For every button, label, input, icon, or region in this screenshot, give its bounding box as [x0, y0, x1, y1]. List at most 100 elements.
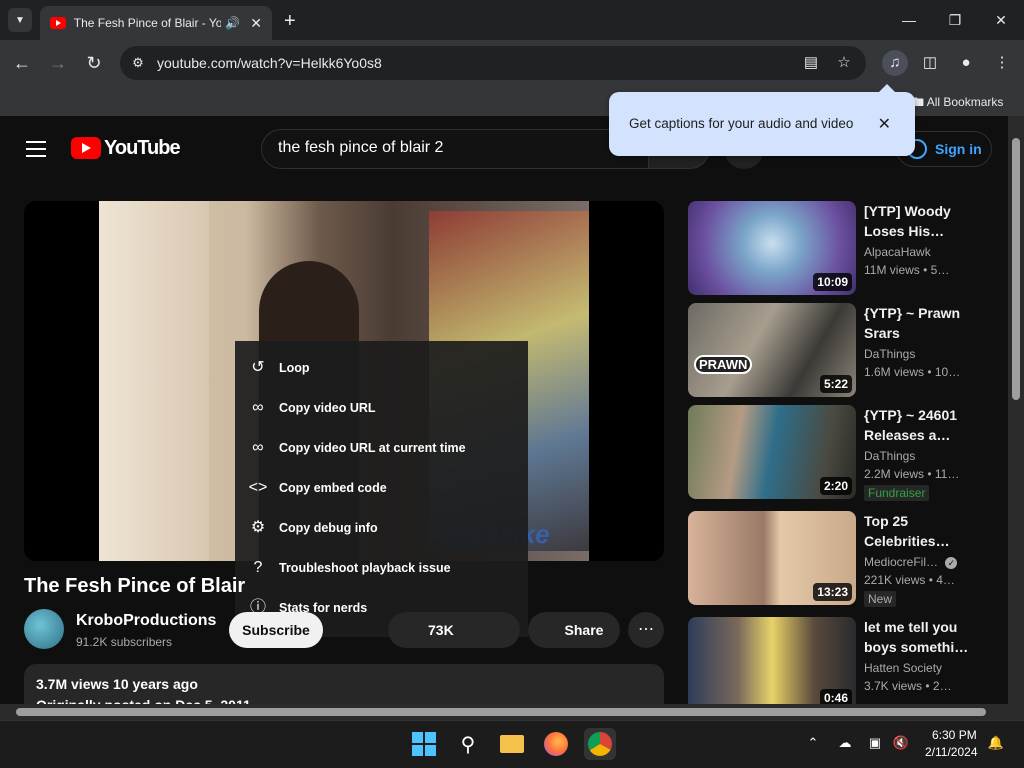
- ctx-label: Troubleshoot playback issue: [279, 561, 451, 575]
- recommendation-channel[interactable]: AlpacaHawk: [864, 245, 931, 259]
- ctx-label: Copy debug info: [279, 521, 378, 535]
- verified-icon: ✓: [945, 557, 958, 569]
- recommendation-title[interactable]: Top 25 Celebrities…: [864, 511, 974, 551]
- recommendation-channel[interactable]: DaThings: [864, 347, 915, 361]
- clock-date[interactable]: 2/11/2024: [925, 745, 978, 759]
- file-explorer-button[interactable]: [496, 728, 528, 760]
- all-bookmarks-label: All Bookmarks: [926, 95, 1004, 109]
- ctx-item-copy-url[interactable]: ∞ Copy video URL: [235, 388, 528, 428]
- ctx-label: Copy video URL: [279, 401, 376, 415]
- duration-badge: 13:23: [813, 583, 852, 601]
- clock-time[interactable]: 6:30 PM: [932, 728, 977, 742]
- scrollbar-corner: [1008, 704, 1024, 720]
- recommendation-title[interactable]: let me tell you boys somethi…: [864, 617, 974, 657]
- ctx-label: Loop: [279, 361, 310, 375]
- player-context-menu: ↺ Loop ∞ Copy video URL ∞ Copy video URL…: [235, 341, 528, 637]
- help-icon: ?: [253, 559, 263, 576]
- taskbar-search-button[interactable]: ⚲: [452, 728, 484, 760]
- onedrive-icon[interactable]: ☁: [836, 734, 854, 752]
- thumbnail-logo-text: PRAWN: [694, 355, 753, 374]
- channel-name[interactable]: KroboProductions: [76, 612, 216, 630]
- network-icon[interactable]: ▣: [866, 734, 884, 752]
- tab-close-icon[interactable]: ✕: [250, 15, 262, 32]
- chrome-button[interactable]: [584, 728, 616, 760]
- side-panel-icon[interactable]: ◫: [919, 52, 941, 74]
- ctx-item-loop[interactable]: ↺ Loop: [235, 348, 528, 388]
- browser-tab[interactable]: The Fesh Pince of Blair - You 🔊 ✕: [40, 6, 272, 40]
- all-bookmarks-button[interactable]: 🖿 All Bookmarks: [912, 93, 1003, 114]
- youtube-wordmark[interactable]: YouTube: [104, 137, 181, 160]
- popup-arrow: [879, 84, 895, 92]
- ctx-item-troubleshoot[interactable]: ? Troubleshoot playback issue: [235, 548, 528, 588]
- fundraiser-badge: Fundraiser: [864, 485, 930, 501]
- tab-title: The Fesh Pince of Blair - You: [73, 16, 222, 30]
- ctx-item-embed[interactable]: <> Copy embed code: [235, 468, 528, 508]
- live-caption-popup: Get captions for your audio and video ✕: [609, 84, 915, 156]
- site-settings-icon[interactable]: ⚙: [128, 53, 148, 73]
- chevron-down-icon: ▼: [15, 14, 25, 26]
- new-tab-button[interactable]: +: [284, 10, 296, 33]
- recommendation-title[interactable]: {YTP} ~ Prawn Srars: [864, 303, 974, 343]
- recommendation-channel[interactable]: MediocreFil… ✓: [864, 555, 958, 569]
- recommendation-item[interactable]: 2:20 {YTP} ~ 24601 Releases a… DaThings …: [688, 405, 978, 501]
- channel-avatar[interactable]: [24, 609, 64, 649]
- recommendation-item[interactable]: 10:09 [YTP] Woody Loses His… AlpacaHawk …: [688, 201, 978, 295]
- bug-icon: ⚙: [250, 519, 266, 536]
- notification-bell-icon[interactable]: 🔔: [987, 734, 1005, 752]
- vertical-scrollbar[interactable]: [1008, 116, 1024, 704]
- recommendation-item[interactable]: 0:46 let me tell you boys somethi… Hatte…: [688, 617, 978, 711]
- firefox-button[interactable]: [540, 728, 572, 760]
- share-button[interactable]: Share: [528, 612, 620, 648]
- caption-popup-text: Get captions for your audio and video: [629, 116, 854, 131]
- media-controls-icon[interactable]: ♫: [882, 50, 908, 76]
- bookmark-star-icon[interactable]: ☆: [833, 52, 855, 74]
- window-close-button[interactable]: ✕: [989, 8, 1013, 32]
- speaker-icon[interactable]: 🔊: [225, 16, 240, 30]
- new-badge: New: [864, 591, 897, 607]
- start-button[interactable]: [408, 728, 440, 760]
- recommendation-meta: 1.6M views • 10…: [864, 365, 961, 379]
- ctx-item-copy-url-time[interactable]: ∞ Copy video URL at current time: [235, 428, 528, 468]
- duration-badge: 10:09: [813, 273, 852, 291]
- more-actions-button[interactable]: ⋯: [628, 612, 664, 648]
- tab-search-button[interactable]: ▼: [8, 8, 32, 32]
- recommendation-meta: 221K views • 4…: [864, 573, 955, 587]
- horizontal-scrollbar[interactable]: [0, 704, 1008, 720]
- folder-icon: [500, 735, 524, 753]
- minimize-button[interactable]: —: [897, 8, 921, 32]
- ctx-label: Copy embed code: [279, 481, 387, 495]
- back-button[interactable]: ←: [9, 50, 35, 76]
- reload-button[interactable]: ↻: [81, 50, 107, 76]
- ctx-label: Copy video URL at current time: [279, 441, 466, 455]
- duration-badge: 5:22: [819, 375, 852, 393]
- menu-icon[interactable]: [26, 141, 46, 157]
- like-button[interactable]: 73K: [388, 612, 520, 648]
- loop-icon: ↺: [251, 359, 265, 376]
- ctx-item-debug[interactable]: ⚙ Copy debug info: [235, 508, 528, 548]
- install-app-icon[interactable]: ▤: [800, 52, 822, 74]
- duration-badge: 2:20: [819, 477, 852, 495]
- restore-button[interactable]: ❐: [943, 8, 967, 32]
- youtube-logo-icon[interactable]: [71, 137, 101, 159]
- tray-overflow-icon[interactable]: ⌃: [804, 734, 822, 752]
- profile-icon[interactable]: ●: [955, 52, 977, 74]
- recommendation-channel[interactable]: Hatten Society: [864, 661, 942, 675]
- windows-logo-icon: [412, 732, 436, 756]
- volume-muted-icon[interactable]: 🔇: [892, 734, 910, 752]
- url-text[interactable]: youtube.com/watch?v=Helkk6Yo0s8: [157, 55, 382, 71]
- recommendation-item[interactable]: 13:23 Top 25 Celebrities… MediocreFil… ✓…: [688, 511, 978, 607]
- forward-button[interactable]: →: [45, 50, 71, 76]
- link-icon: ∞: [252, 399, 264, 416]
- recommendation-title[interactable]: [YTP] Woody Loses His…: [864, 201, 974, 241]
- firefox-icon: [544, 732, 568, 756]
- close-icon[interactable]: ✕: [878, 114, 891, 134]
- recommendation-item[interactable]: PRAWN 5:22 {YTP} ~ Prawn Srars DaThings …: [688, 303, 978, 397]
- channel-name-text: MediocreFil…: [864, 555, 939, 569]
- recommendation-title[interactable]: {YTP} ~ 24601 Releases a…: [864, 405, 974, 445]
- subscribe-button[interactable]: Subscribe: [229, 612, 323, 648]
- recommendation-meta: 2.2M views • 11…: [864, 467, 960, 481]
- chrome-icon: [588, 732, 612, 756]
- chrome-menu-icon[interactable]: ⋮: [991, 52, 1013, 74]
- recommendation-channel[interactable]: DaThings: [864, 449, 915, 463]
- search-query[interactable]: the fesh pince of blair 2: [278, 139, 443, 157]
